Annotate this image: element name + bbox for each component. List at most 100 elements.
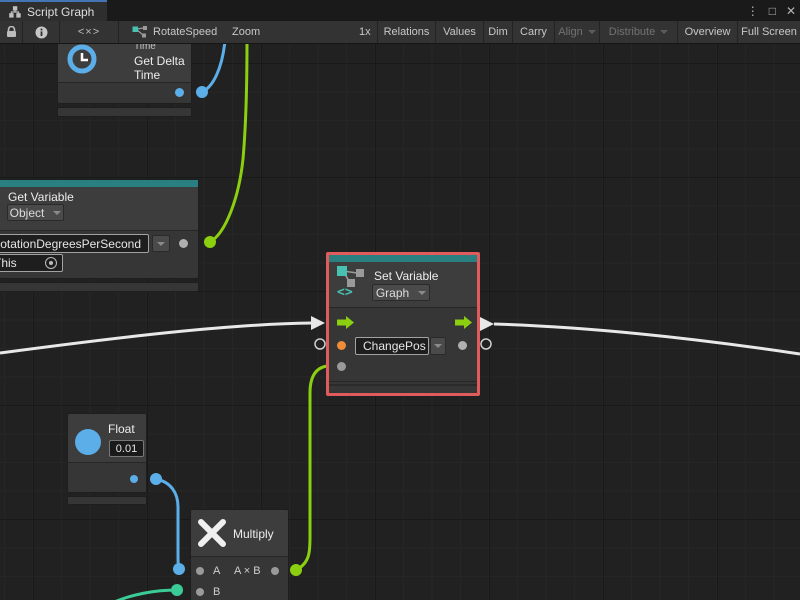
- object-picker-icon[interactable]: [45, 257, 57, 269]
- window-menu-icon[interactable]: ⋮: [747, 4, 759, 18]
- node-title: Multiply: [233, 527, 274, 541]
- node-teal-bar: [0, 180, 198, 187]
- node-set-variable-footer: [329, 384, 477, 393]
- window-maximize-icon[interactable]: □: [769, 4, 776, 18]
- node-set-variable[interactable]: <> Set Variable Graph ChangePos: [326, 252, 480, 396]
- distribute-label: Distribute: [609, 26, 655, 38]
- graph-name-label: RotateSpeed: [153, 26, 217, 38]
- overview-label: Overview: [685, 26, 731, 38]
- info-button[interactable]: [23, 21, 60, 43]
- separator: [191, 556, 288, 557]
- dim-label: Dim: [488, 26, 508, 38]
- zoom-label: Zoom: [232, 26, 260, 38]
- wire-dot-delta-time: [196, 86, 208, 98]
- wire-dot-multiply-output: [290, 564, 302, 576]
- wire-arrowhead-out: [480, 317, 494, 331]
- scope-label: Object: [10, 206, 45, 220]
- scope-dropdown-icon: [418, 291, 426, 295]
- variable-name-value: ChangePos: [363, 339, 426, 353]
- port-float-out[interactable]: [130, 475, 138, 483]
- values-button[interactable]: Values: [436, 21, 484, 43]
- set-variable-icon: <>: [335, 264, 369, 298]
- wire-float-to-a: [156, 479, 179, 568]
- variable-name-dropdown[interactable]: [430, 337, 446, 355]
- fullscreen-button[interactable]: Full Screen: [738, 21, 800, 43]
- overview-button[interactable]: Overview: [678, 21, 738, 43]
- align-button[interactable]: Align: [555, 21, 600, 43]
- info-icon: [35, 26, 48, 39]
- tab-title: Script Graph: [27, 5, 94, 19]
- target-value: This: [0, 256, 17, 270]
- port-b-in[interactable]: [196, 588, 204, 596]
- separator: [329, 307, 477, 308]
- toolbar: <×> RotateSpeed Zoom 1x Relations Values…: [0, 21, 800, 44]
- relations-label: Relations: [384, 26, 430, 38]
- svg-text:<>: <>: [337, 285, 353, 298]
- flow-port-in[interactable]: [337, 316, 354, 329]
- distribute-dropdown-icon: [660, 30, 668, 34]
- window-close-icon[interactable]: ✕: [786, 4, 796, 18]
- fullscreen-label: Full Screen: [741, 26, 797, 38]
- variable-scope-dropdown[interactable]: Graph: [372, 284, 430, 301]
- tab-script-graph[interactable]: Script Graph: [0, 0, 107, 21]
- wire-dot-multiply-a: [173, 563, 185, 575]
- variable-name-field[interactable]: RotationDegreesPerSecond: [0, 234, 149, 253]
- variable-name-field[interactable]: ChangePos: [355, 337, 429, 355]
- code-ports-icon: <×>: [78, 26, 100, 38]
- dim-button[interactable]: Dim: [484, 21, 513, 43]
- separator: [58, 82, 191, 83]
- zoom-level-value: 1x: [359, 26, 371, 38]
- port-delta-time-out[interactable]: [175, 88, 184, 97]
- proxy-port-right: [481, 339, 491, 349]
- port-output-label: A × B: [234, 565, 261, 577]
- float-icon: [75, 429, 101, 455]
- port-set-variable-out[interactable]: [458, 341, 467, 350]
- multiply-icon: [197, 518, 227, 548]
- clock-icon: [67, 44, 97, 74]
- node-title: Set Variable: [374, 269, 438, 283]
- port-product-out[interactable]: [271, 567, 279, 575]
- node-get-delta-time-footer: [57, 107, 192, 117]
- carry-label: Carry: [520, 26, 547, 38]
- node-title: Get Delta Time: [134, 54, 191, 82]
- port-new-value-in[interactable]: [337, 362, 346, 371]
- node-get-variable-footer: [0, 282, 199, 292]
- port-get-variable-out[interactable]: [179, 239, 188, 248]
- wire-to-b: [112, 590, 177, 600]
- variable-name-dropdown[interactable]: [152, 235, 170, 252]
- node-get-delta-time[interactable]: Time Get Delta Time: [57, 44, 192, 104]
- lock-button[interactable]: [0, 21, 23, 43]
- wire-delta-time: [202, 44, 225, 92]
- scope-dropdown-icon: [53, 211, 61, 215]
- wire-multiply-output: [296, 366, 327, 570]
- variable-scope-dropdown[interactable]: Object: [7, 204, 64, 221]
- port-variable-name[interactable]: [337, 341, 346, 350]
- carry-button[interactable]: Carry: [513, 21, 555, 43]
- wire-dot-multiply-b: [171, 584, 183, 596]
- node-title: Get Variable: [8, 190, 74, 204]
- relations-button[interactable]: Relations: [378, 21, 436, 43]
- variable-name-value: RotationDegreesPerSecond: [0, 237, 141, 251]
- separator: [0, 230, 198, 231]
- name-dropdown-icon: [157, 242, 165, 246]
- flow-port-out[interactable]: [455, 316, 472, 329]
- distribute-button[interactable]: Distribute: [600, 21, 678, 43]
- ports-toggle-button[interactable]: <×>: [60, 21, 119, 43]
- node-float[interactable]: Float 0.01: [67, 413, 147, 493]
- wire-dot-float-out: [150, 473, 162, 485]
- lock-icon: [6, 26, 17, 38]
- node-title: Float: [108, 422, 135, 436]
- name-dropdown-icon: [434, 344, 442, 348]
- graph-canvas[interactable]: Time Get Delta Time Get Variable Object …: [0, 44, 800, 600]
- node-get-variable[interactable]: Get Variable Object RotationDegreesPerSe…: [0, 179, 199, 279]
- align-dropdown-icon: [588, 30, 596, 34]
- port-a-in[interactable]: [196, 567, 204, 575]
- values-label: Values: [443, 26, 476, 38]
- node-multiply[interactable]: Multiply A A × B B: [190, 509, 289, 600]
- float-value-field[interactable]: 0.01: [109, 440, 144, 457]
- port-a-label: A: [213, 565, 220, 577]
- variable-target-field[interactable]: This: [0, 254, 63, 272]
- port-b-label: B: [213, 586, 220, 598]
- window-controls: ⋮ □ ✕: [747, 0, 796, 21]
- graph-hierarchy-icon: [9, 6, 21, 18]
